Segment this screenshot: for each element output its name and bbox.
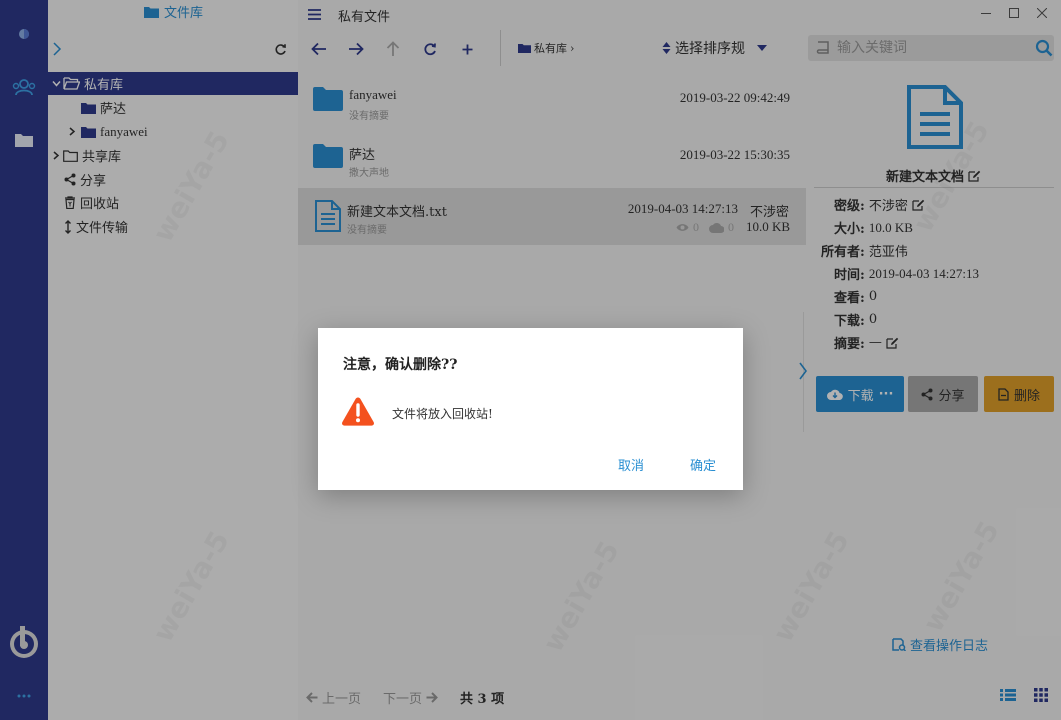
confirm-button[interactable]: 确定 bbox=[690, 455, 716, 474]
dialog-title: 注意，确认删除?? bbox=[343, 357, 458, 373]
warning-icon bbox=[342, 397, 374, 426]
cancel-button[interactable]: 取消 bbox=[618, 455, 644, 474]
confirm-delete-dialog: 注意，确认删除?? 文件将放入回收站! 取消 确定 bbox=[318, 328, 743, 490]
dialog-message: 文件将放入回收站! bbox=[392, 407, 493, 421]
